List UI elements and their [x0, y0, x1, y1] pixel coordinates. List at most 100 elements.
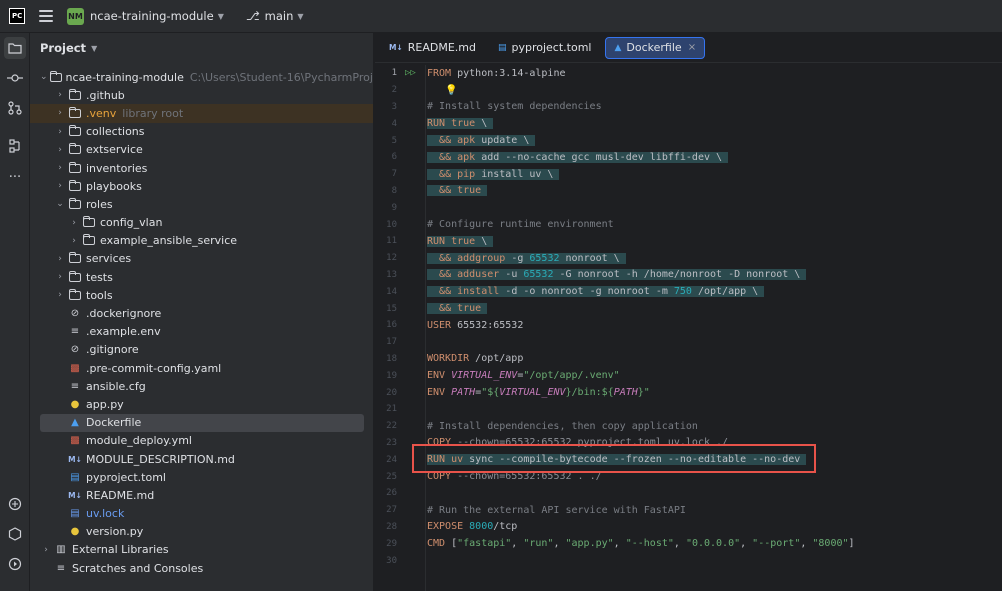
- code-line[interactable]: 12 && addgroup -g 65532 nonroot \: [375, 250, 1002, 267]
- code-line[interactable]: 26: [375, 485, 1002, 502]
- tree-item-dockerignore[interactable]: ⊘ .dockerignore: [30, 304, 373, 322]
- chevron-down-icon[interactable]: ▼: [91, 44, 97, 53]
- tree-item-label: config_vlan: [100, 216, 163, 230]
- chevron-right-icon[interactable]: ›: [54, 145, 66, 155]
- code-line[interactable]: 8 && true: [375, 183, 1002, 200]
- tree-item-app-py[interactable]: ● app.py: [30, 395, 373, 413]
- code-line[interactable]: 30: [375, 552, 1002, 569]
- code-editor[interactable]: 1 ▷▷ FROM python:3.14-alpine 2 💡 3 # Install …: [375, 65, 1002, 591]
- code-line[interactable]: 4 RUN true \: [375, 115, 1002, 132]
- project-name[interactable]: ncae-training-module: [90, 9, 214, 23]
- code-line[interactable]: 28 EXPOSE 8000/tcp: [375, 519, 1002, 536]
- chevron-right-icon[interactable]: ›: [54, 127, 66, 137]
- chevron-right-icon[interactable]: ›: [40, 545, 52, 555]
- code-text: && install -d -o nonroot -g nonroot -m 7…: [427, 286, 765, 298]
- code-line[interactable]: 24 RUN uv sync --compile-bytecode --froze…: [375, 451, 1002, 468]
- folder-icon: [49, 70, 62, 83]
- tree-item-module-description-md[interactable]: M↓ MODULE_DESCRIPTION.md: [30, 450, 373, 468]
- code-line[interactable]: 23 COPY --chown=65532:65532 pyproject.tom…: [375, 435, 1002, 452]
- tree-item-scratches-and-consoles[interactable]: ≡ Scratches and Consoles: [30, 559, 373, 577]
- vcs-branch-widget[interactable]: ⎇ main ▼: [246, 9, 304, 23]
- tree-item-tests[interactable]: › tests: [30, 268, 373, 286]
- tree-item-pre-commit-config-yaml[interactable]: ▩ .pre-commit-config.yaml: [30, 359, 373, 377]
- code-line[interactable]: 27 # Run the external API service with Fa…: [375, 502, 1002, 519]
- code-line[interactable]: 10 # Configure runtime environment: [375, 216, 1002, 233]
- chevron-down-icon[interactable]: ▼: [218, 12, 224, 21]
- tree-item-ncae-training-module[interactable]: ⌄ ncae-training-module C:\Users\Student-16…: [30, 68, 373, 86]
- tree-item-inventories[interactable]: › inventories: [30, 159, 373, 177]
- code-line[interactable]: 25 COPY --chown=65532:65532 . ./: [375, 468, 1002, 485]
- tree-item-label: module_deploy.yml: [86, 434, 192, 448]
- close-icon[interactable]: ×: [688, 42, 696, 53]
- chevron-right-icon[interactable]: ›: [54, 108, 66, 118]
- code-line[interactable]: 13 && adduser -u 65532 -G nonroot -h /ho…: [375, 267, 1002, 284]
- tree-item-external-libraries[interactable]: › ▥ External Libraries: [30, 541, 373, 559]
- tree-item-gitignore[interactable]: ⊘ .gitignore: [30, 341, 373, 359]
- code-line[interactable]: 15 && true: [375, 300, 1002, 317]
- chevron-right-icon[interactable]: ›: [54, 163, 66, 173]
- tree-item-dockerfile[interactable]: ▲ Dockerfile: [40, 413, 364, 432]
- pull-requests-icon[interactable]: [4, 97, 26, 119]
- commit-icon[interactable]: [4, 67, 26, 89]
- folder-icon: [68, 106, 82, 119]
- project-badge[interactable]: NM: [67, 7, 84, 25]
- chevron-right-icon[interactable]: ›: [54, 290, 66, 300]
- code-line[interactable]: 9: [375, 199, 1002, 216]
- tree-item-venv[interactable]: › .venv library root: [30, 104, 373, 123]
- code-line[interactable]: 5 && apk update \: [375, 132, 1002, 149]
- code-line[interactable]: 2 💡: [375, 82, 1002, 99]
- code-line[interactable]: 14 && install -d -o nonroot -g nonroot -…: [375, 283, 1002, 300]
- chevron-right-icon[interactable]: ›: [54, 272, 66, 282]
- tree-item-module-deploy-yml[interactable]: ▩ module_deploy.yml: [30, 432, 373, 450]
- tree-item-github[interactable]: › .github: [30, 86, 373, 104]
- project-tool-icon[interactable]: [4, 37, 26, 59]
- code-line[interactable]: 16 USER 65532:65532: [375, 317, 1002, 334]
- tree-item-tools[interactable]: › tools: [30, 286, 373, 304]
- main-menu-icon[interactable]: [39, 10, 53, 22]
- chevron-down-icon[interactable]: ⌄: [54, 199, 66, 209]
- tree-item-roles[interactable]: ⌄ roles: [30, 195, 373, 213]
- code-line[interactable]: 17: [375, 334, 1002, 351]
- code-line[interactable]: 1 ▷▷ FROM python:3.14-alpine: [375, 65, 1002, 82]
- tree-item-uv-lock[interactable]: ▤ uv.lock: [30, 505, 373, 523]
- tab-pyproject-toml[interactable]: ▤ pyproject.toml: [490, 37, 600, 59]
- code-line[interactable]: 19 ENV VIRTUAL_ENV="/opt/app/.venv": [375, 367, 1002, 384]
- chevron-right-icon[interactable]: ›: [54, 181, 66, 191]
- tree-item-config-vlan[interactable]: › config_vlan: [30, 214, 373, 232]
- structure-icon[interactable]: [4, 135, 26, 157]
- code-line[interactable]: 21: [375, 401, 1002, 418]
- tree-item-label: MODULE_DESCRIPTION.md: [86, 452, 235, 466]
- code-line[interactable]: 3 # Install system dependencies: [375, 99, 1002, 116]
- code-line[interactable]: 6 && apk add --no-cache gcc musl-dev lib…: [375, 149, 1002, 166]
- tree-item-version-py[interactable]: ● version.py: [30, 523, 373, 541]
- chevron-right-icon[interactable]: ›: [68, 218, 80, 228]
- code-line[interactable]: 18 WORKDIR /opt/app: [375, 351, 1002, 368]
- python-packages-icon[interactable]: [4, 493, 26, 515]
- tree-item-ansible-cfg[interactable]: ≡ ansible.cfg: [30, 377, 373, 395]
- tree-item-example-ansible-service[interactable]: › example_ansible_service: [30, 232, 373, 250]
- more-tools-icon[interactable]: ···: [4, 166, 26, 188]
- tree-item-services[interactable]: › services: [30, 250, 373, 268]
- tree-item-example-env[interactable]: ≡ .example.env: [30, 323, 373, 341]
- code-line[interactable]: 7 && pip install uv \: [375, 166, 1002, 183]
- code-text: && true: [427, 303, 488, 315]
- tree-item-collections[interactable]: › collections: [30, 123, 373, 141]
- tree-item-readme-md[interactable]: M↓ README.md: [30, 486, 373, 504]
- project-panel-header[interactable]: Project ▼: [30, 33, 373, 63]
- chevron-right-icon[interactable]: ›: [54, 254, 66, 264]
- chevron-right-icon[interactable]: ›: [68, 236, 80, 246]
- run-console-icon[interactable]: [4, 553, 26, 575]
- code-line[interactable]: 22 # Install dependencies, then copy appl…: [375, 418, 1002, 435]
- services-icon[interactable]: [4, 523, 26, 545]
- tree-item-pyproject-toml[interactable]: ▤ pyproject.toml: [30, 468, 373, 486]
- tab-dockerfile[interactable]: ▲ Dockerfile ×: [605, 36, 706, 59]
- code-line[interactable]: 11 RUN true \: [375, 233, 1002, 250]
- tab-readme-md[interactable]: M↓ README.md: [381, 37, 484, 59]
- tree-item-extservice[interactable]: › extservice: [30, 141, 373, 159]
- code-line[interactable]: 20 ENV PATH="${VIRTUAL_ENV}/bin:${PATH}": [375, 384, 1002, 401]
- run-gutter-icon[interactable]: ▷▷: [405, 68, 427, 78]
- chevron-right-icon[interactable]: ›: [54, 90, 66, 100]
- tree-item-playbooks[interactable]: › playbooks: [30, 177, 373, 195]
- code-line[interactable]: 29 CMD ["fastapi", "run", "app.py", "--ho…: [375, 535, 1002, 552]
- chevron-down-icon[interactable]: ⌄: [40, 72, 48, 82]
